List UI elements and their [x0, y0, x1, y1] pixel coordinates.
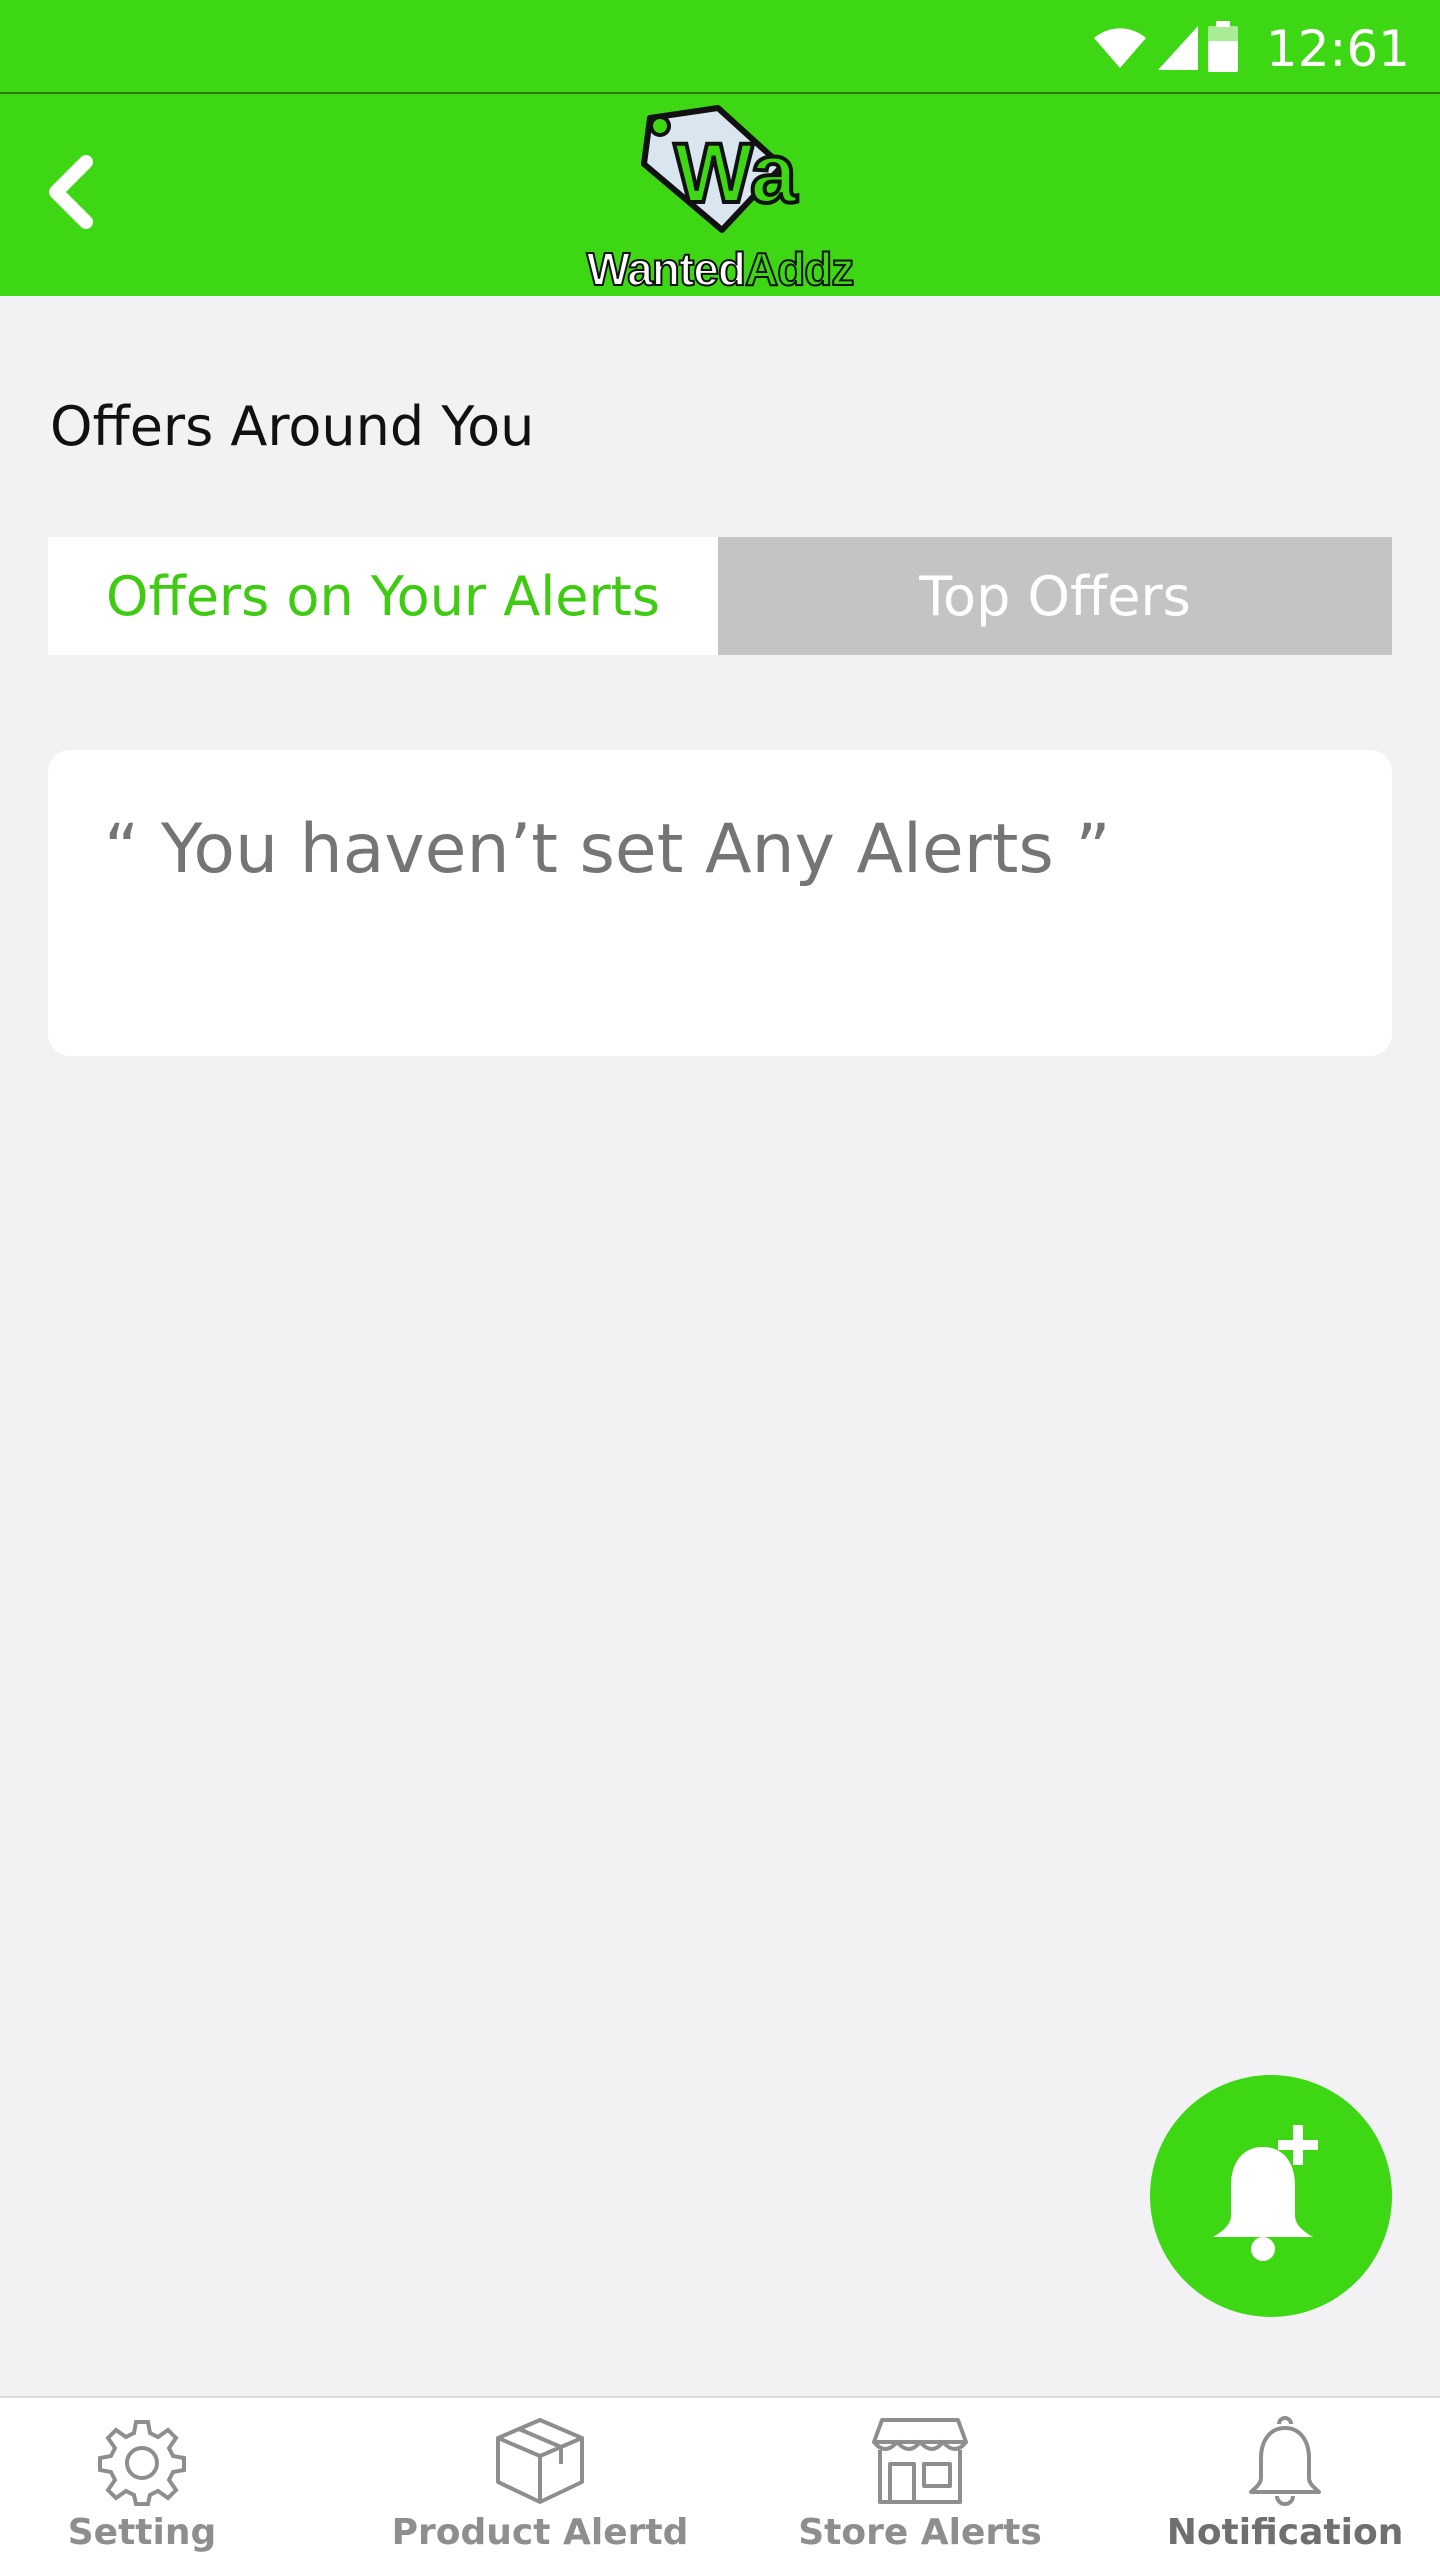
nav-label-setting: Setting: [67, 2512, 217, 2553]
app-bar: Wa WantedAddz: [0, 94, 1440, 296]
status-icons: 12:61: [1090, 14, 1410, 84]
empty-state-card: “ You haven’t set Any Alerts ”: [48, 750, 1392, 1056]
page-title: Offers Around You: [50, 395, 535, 458]
app-logo: Wa WantedAddz: [570, 104, 870, 296]
add-alert-button[interactable]: [1150, 2075, 1392, 2317]
nav-item-setting[interactable]: Setting: [42, 2398, 242, 2560]
signal-icon: [1156, 22, 1200, 76]
battery-icon: [1206, 21, 1240, 77]
gear-icon: [97, 2416, 187, 2506]
chevron-left-icon: [42, 154, 98, 234]
bell-plus-icon: [1201, 2119, 1341, 2273]
logo-tag-icon: Wa: [641, 105, 800, 233]
logo-mark-text: Wa: [674, 126, 798, 220]
bottom-navigation: Setting Product Alertd Store Alerts Noti…: [0, 2396, 1440, 2560]
bell-icon: [1245, 2416, 1325, 2506]
nav-item-notification[interactable]: Notification: [1167, 2398, 1403, 2560]
offers-tabs: Offers on Your Alerts Top Offers: [48, 537, 1392, 655]
nav-label-notification: Notification: [1166, 2512, 1404, 2553]
empty-state-message: “ You haven’t set Any Alerts ”: [104, 810, 1111, 889]
box-icon: [494, 2416, 586, 2506]
nav-item-store-alerts[interactable]: Store Alerts: [798, 2398, 1042, 2560]
nav-label-product-alerts: Product Alertd: [391, 2512, 689, 2553]
wifi-icon: [1090, 22, 1150, 76]
status-time: 12:61: [1265, 20, 1410, 78]
tab-offers-on-your-alerts[interactable]: Offers on Your Alerts: [48, 537, 718, 655]
logo-word-wanted: Wanted: [586, 242, 747, 296]
nav-label-store-alerts: Store Alerts: [798, 2512, 1042, 2553]
status-bar: 12:61: [0, 0, 1440, 94]
tab-top-offers[interactable]: Top Offers: [718, 537, 1392, 655]
logo-word-addz: Addz: [744, 242, 855, 296]
back-button[interactable]: [30, 144, 110, 244]
store-icon: [872, 2416, 968, 2506]
nav-item-product-alerts[interactable]: Product Alertd: [392, 2398, 688, 2560]
logo-wordmark: WantedAddz: [570, 242, 870, 296]
